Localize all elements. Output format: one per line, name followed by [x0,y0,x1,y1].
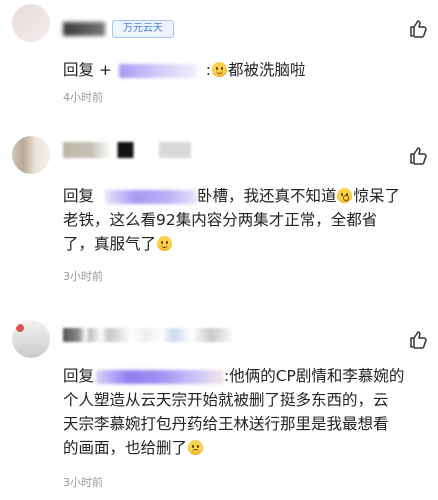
timestamp: 4小时前 [63,91,103,104]
reply-text: 回复 + : 都被洗脑啦 [63,58,420,82]
reply-line-3: 天宗李慕婉打包丹药给王林送行那里是我最想看 [63,415,389,433]
reply-body-2: 惊呆了 [353,187,400,205]
reply-text: 回复 :他俩的CP剧情和李慕婉的 个人塑造从云天宗开始就被删了挺多东西的，云 天宗… [63,364,420,460]
reply-body-1: :他俩的CP剧情和李慕婉的 [224,367,405,385]
reply-prefix: 回复 [63,187,95,205]
grin-emoji-icon [157,236,173,251]
user-badge: 万元云天 [112,20,174,38]
reply-line-3: 了，真服气了 [63,232,420,256]
reply-body-4: 了，真服气了 [63,235,157,253]
reply-target-blur[interactable] [118,63,197,78]
thumbs-up-icon[interactable] [408,18,428,38]
reply-line-2: 老铁，这么看92集内容分两集才正常，全都省 [63,211,378,229]
timestamp: 3小时前 [63,270,103,283]
username-blur [63,22,105,36]
comment-2: 回复 卧槽，我还真不知道 惊呆了 老铁，这么看92集内容分两集才正常，全都省 了，… [0,118,438,296]
avatar[interactable] [12,4,50,42]
comment-1: 万元云天 回复 + : 都被洗脑啦 4小时前 [0,0,438,110]
avatar[interactable] [12,136,50,174]
reply-line-1: 回复 卧槽，我还真不知道 惊呆了 [63,184,420,208]
reply-line-4: 的画面，也给删了 [63,436,420,460]
reply-body-1: 卧槽，我还真不知道 [196,187,337,205]
reply-text: 回复 卧槽，我还真不知道 惊呆了 老铁，这么看92集内容分两集才正常，全都省 了，… [63,184,420,256]
reply-target-blur[interactable] [104,189,197,204]
timestamp: 3小时前 [63,476,103,489]
username-blur [63,142,223,158]
reply-prefix: 回复 [63,367,95,385]
smile-emoji-icon [212,62,228,77]
thumbs-up-icon[interactable] [408,145,428,165]
sad-emoji-icon [188,440,204,455]
reply-target-blur[interactable] [96,369,225,384]
reply-tail: 都被洗脑啦 [228,61,306,79]
reply-line-1: 回复 :他俩的CP剧情和李慕婉的 [63,364,420,388]
reply-colon: : [205,61,212,79]
comment-3: 回复 :他俩的CP剧情和李慕婉的 个人塑造从云天宗开始就被删了挺多东西的，云 天宗… [0,310,438,500]
reply-line-2: 个人塑造从云天宗开始就被删了挺多东西的，云 [63,391,389,409]
username-blur [63,328,253,342]
avatar-accent [16,324,24,332]
thumbs-up-icon[interactable] [408,329,428,349]
reply-prefix: 回复 + [63,61,112,79]
avatar[interactable] [12,320,50,358]
surprised-emoji-icon [337,188,353,203]
reply-body-4: 的画面，也给删了 [63,439,188,457]
badge-text: 万元云天 [123,23,163,34]
